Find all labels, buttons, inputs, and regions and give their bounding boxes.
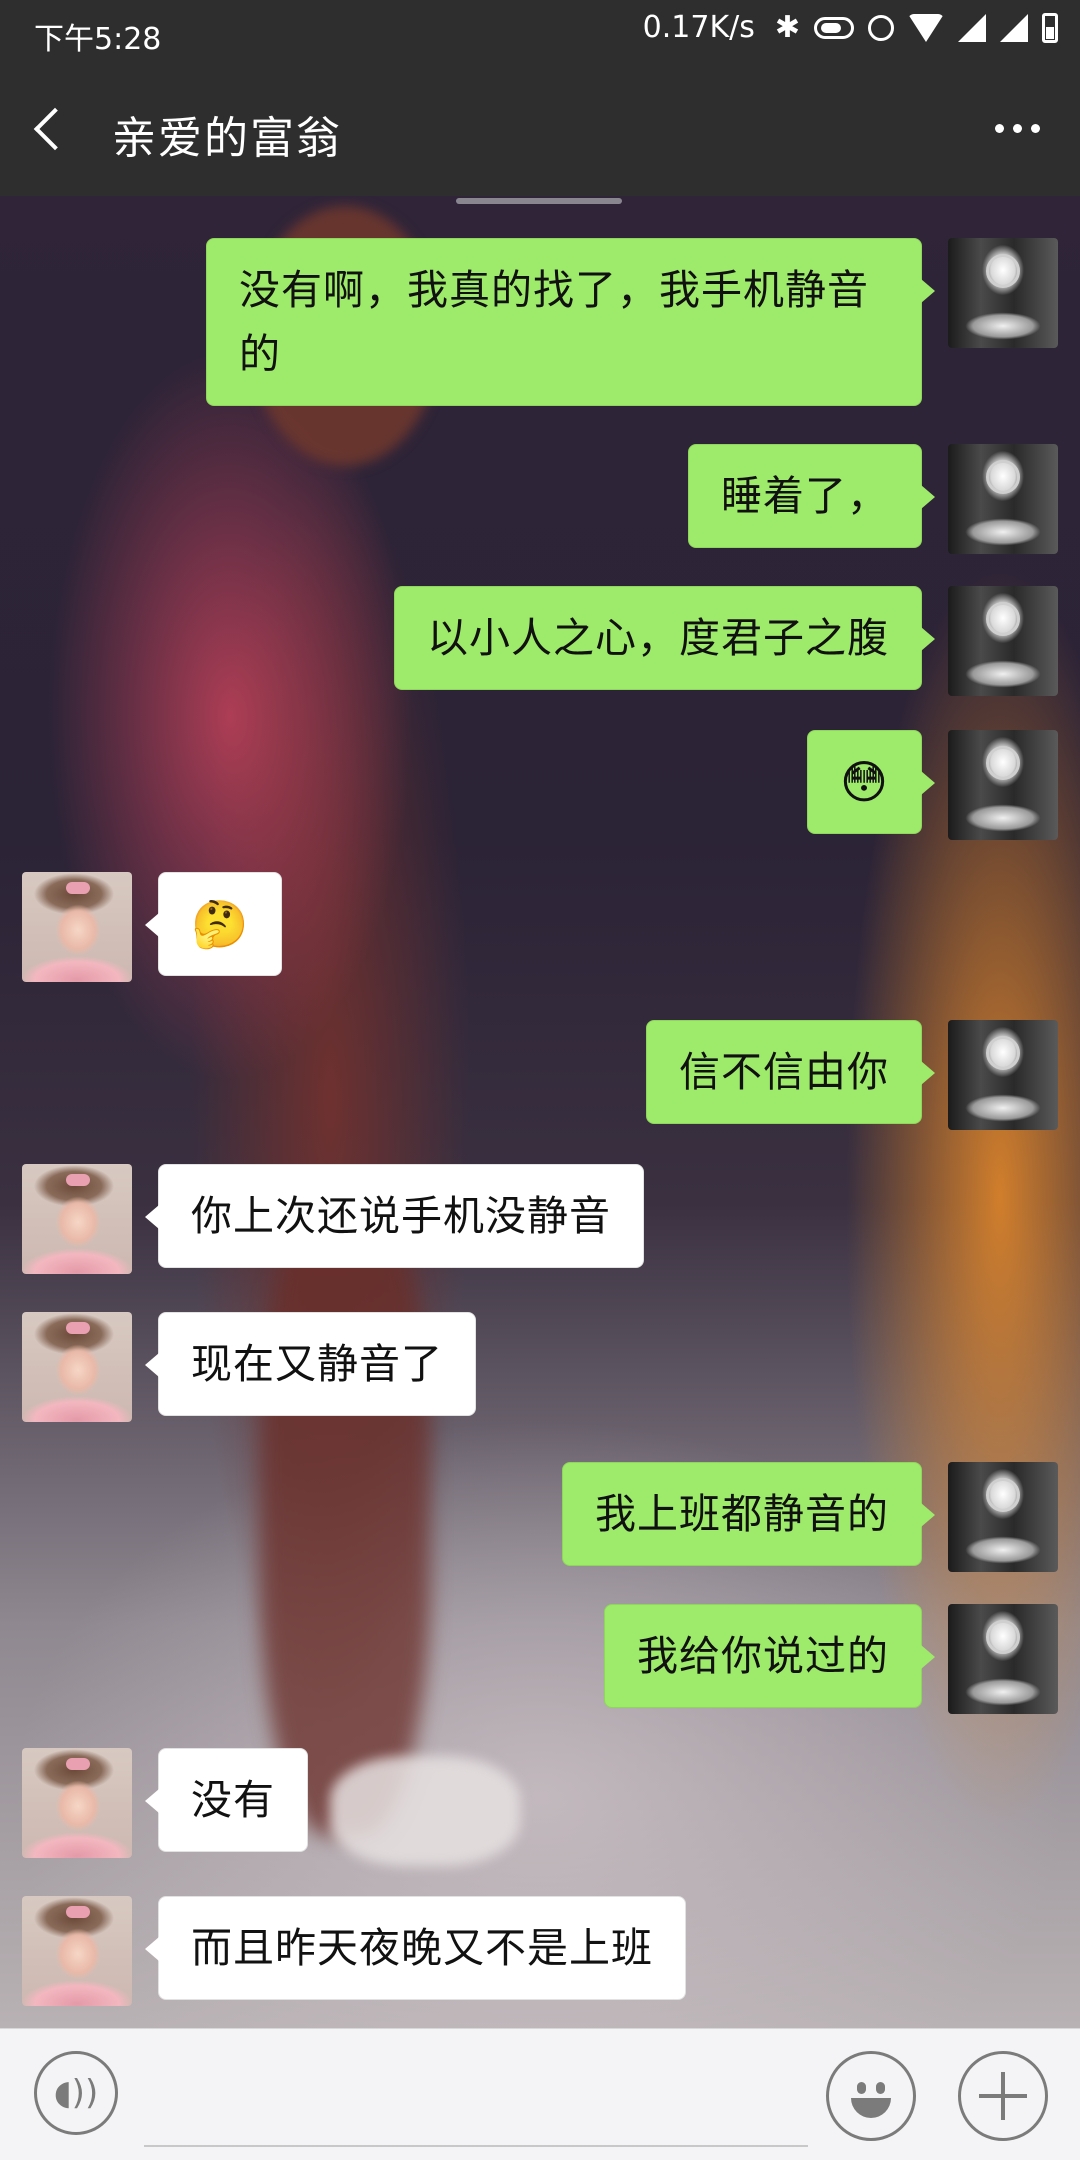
avatar[interactable] — [948, 1462, 1058, 1572]
message-input[interactable] — [144, 2055, 808, 2147]
avatar-image — [66, 1758, 90, 1770]
chat-screen: 下午5:28 0.17K/s ✱ 亲爱的富翁 没有啊，我真的找了，我手机静音的 — [0, 0, 1080, 2160]
avatar-image — [986, 1620, 1020, 1654]
signal-icon — [1000, 13, 1028, 42]
avatar[interactable] — [948, 586, 1058, 696]
avatar-image — [66, 1322, 90, 1334]
message-bubble[interactable]: 而且昨天夜晚又不是上班 — [145, 1896, 686, 2000]
message-bubble[interactable]: 信不信由你 — [646, 1020, 935, 1124]
chevron-left-icon[interactable] — [33, 107, 77, 151]
avatar[interactable] — [948, 444, 1058, 554]
chat-header: 亲爱的富翁 — [0, 66, 1080, 196]
avatar[interactable] — [948, 1604, 1058, 1714]
emoji-icon[interactable] — [826, 2051, 916, 2141]
avatar[interactable] — [22, 1896, 132, 2006]
network-speed: 0.17K/s — [642, 10, 755, 45]
page-title: 亲爱的富翁 — [112, 113, 342, 164]
message-bubble[interactable]: 现在又静音了 — [145, 1312, 476, 1416]
more-dot — [1013, 124, 1022, 133]
message-list[interactable]: 没有啊，我真的找了，我手机静音的 睡着了， 以小人之心，度君子之腹 😳 🤔 信不… — [0, 196, 1080, 2028]
status-time: 下午5:28 — [34, 22, 162, 57]
battery-icon — [1042, 12, 1058, 43]
more-icon[interactable] — [995, 124, 1040, 133]
avatar-image — [66, 1906, 90, 1918]
message-bubble[interactable]: 没有啊，我真的找了，我手机静音的 — [206, 238, 935, 406]
status-bar: 下午5:28 0.17K/s ✱ — [0, 0, 1080, 66]
avatar[interactable] — [22, 1164, 132, 1274]
message-bubble[interactable]: 😳 — [807, 730, 935, 834]
emoji-eye — [876, 2082, 885, 2094]
avatar[interactable] — [22, 872, 132, 982]
message-bubble[interactable]: 我给你说过的 — [604, 1604, 935, 1708]
avatar[interactable] — [948, 238, 1058, 348]
avatar-image — [986, 254, 1020, 288]
avatar-image — [66, 882, 90, 894]
avatar-image — [986, 602, 1020, 636]
avatar-image — [986, 1478, 1020, 1512]
voice-icon[interactable]: ◖)) — [34, 2051, 118, 2135]
more-dot — [1031, 124, 1040, 133]
avatar-image — [66, 1174, 90, 1186]
message-bubble[interactable]: 没有 — [145, 1748, 308, 1852]
avatar[interactable] — [948, 730, 1058, 840]
status-icons: 0.17K/s ✱ — [643, 10, 1058, 45]
message-bubble[interactable]: 你上次还说手机没静音 — [145, 1164, 644, 1268]
signal-icon — [958, 13, 986, 42]
message-bubble[interactable]: 以小人之心，度君子之腹 — [394, 586, 935, 690]
wifi-icon — [908, 13, 944, 42]
message-bubble[interactable]: 🤔 — [144, 872, 283, 976]
message-bubble[interactable]: 我上班都静音的 — [562, 1462, 935, 1566]
more-dot — [995, 124, 1004, 133]
battery-saver-icon — [814, 16, 854, 39]
avatar-image — [986, 746, 1020, 780]
avatar[interactable] — [22, 1312, 132, 1422]
message-bubble[interactable]: 睡着了， — [688, 444, 935, 548]
avatar[interactable] — [22, 1748, 132, 1858]
avatar[interactable] — [948, 1020, 1058, 1130]
emoji-eye — [857, 2082, 866, 2094]
plus-icon[interactable] — [958, 2051, 1048, 2141]
emoji-mouth — [851, 2098, 891, 2118]
bluetooth-icon: ✱ — [774, 10, 800, 45]
avatar-image — [986, 460, 1020, 494]
input-bar: ◖)) — [0, 2028, 1080, 2160]
avatar-image — [986, 1036, 1020, 1070]
alarm-icon — [868, 14, 894, 41]
